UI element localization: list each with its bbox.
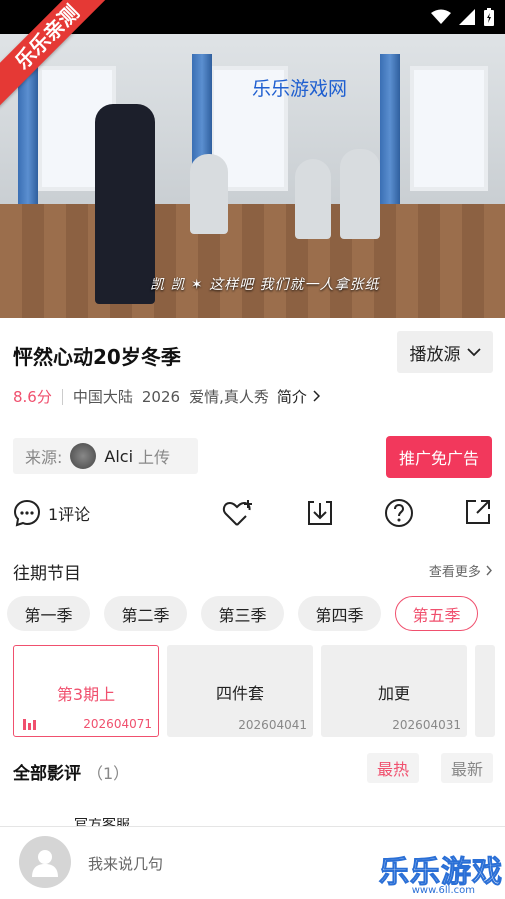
comment-count: 1评论 — [48, 505, 91, 524]
video-frame-window — [410, 66, 488, 191]
sort-new-button[interactable]: 最新 — [441, 753, 493, 783]
chevron-down-icon — [466, 348, 481, 357]
comment-input-bar: 我来说几句 乐乐游戏 www.6ll.com — [0, 826, 505, 899]
download-button[interactable] — [305, 498, 335, 528]
user-avatar[interactable] — [19, 836, 71, 888]
episode-date: 202604031 — [392, 718, 461, 732]
show-region: 中国大陆 — [72, 388, 133, 406]
season-tab[interactable]: 第四季 — [298, 596, 381, 631]
uploader-info[interactable]: 来源: Alci 上传 — [13, 438, 198, 474]
site-logo-url: www.6ll.com — [411, 885, 475, 896]
comment-icon — [13, 499, 41, 527]
video-frame-floor — [0, 204, 505, 318]
divider — [61, 388, 63, 405]
episode-date: 202604071 — [83, 717, 152, 731]
see-more-link[interactable]: 查看更多 — [429, 561, 493, 580]
heart-plus-icon — [222, 500, 252, 526]
season-tab[interactable]: 第三季 — [201, 596, 284, 631]
source-button-label: 播放源 — [409, 344, 461, 365]
title-row: 怦然心动20岁冬季 播放源 — [13, 331, 493, 375]
season-tab[interactable]: 第二季 — [104, 596, 187, 631]
video-frame-person — [295, 159, 331, 239]
show-year: 2026 — [141, 387, 181, 406]
playing-indicator-icon — [23, 719, 36, 730]
episode-name: 第3期上 — [56, 685, 116, 704]
episode-name: 四件套 — [215, 684, 264, 703]
source-button[interactable]: 播放源 — [397, 331, 493, 373]
reviews-count: （1） — [87, 764, 130, 783]
wifi-icon — [431, 9, 451, 24]
video-player[interactable]: 乐乐游戏网 凯 凯 ✶ 这样吧 我们就一人拿张纸 — [0, 34, 505, 318]
signal-icon — [459, 9, 475, 25]
help-icon — [385, 499, 413, 527]
reviews-header: 全部影评 （1） 最热 最新 — [13, 753, 493, 789]
past-episodes-title: 往期节目 — [13, 564, 81, 584]
episode-card-partial[interactable] — [475, 645, 495, 737]
promo-ad-free-button[interactable]: 推广免广告 — [386, 436, 492, 478]
video-frame-person — [340, 149, 380, 239]
show-meta: 8.6分 中国大陆 2026 爱情,真人秀 简介 — [13, 386, 320, 407]
favorite-button[interactable] — [222, 498, 254, 528]
share-icon — [466, 500, 490, 524]
video-frame-person — [190, 154, 228, 234]
uploader-avatar — [70, 443, 97, 469]
uploader-name: Alci — [104, 446, 134, 466]
sort-hot-button[interactable]: 最热 — [367, 753, 419, 783]
season-tab[interactable]: 第一季 — [7, 596, 90, 631]
video-frame-person — [95, 104, 155, 304]
help-button[interactable] — [384, 498, 414, 528]
intro-link[interactable]: 简介 — [277, 386, 320, 407]
video-subtitle: 凯 凯 ✶ 这样吧 我们就一人拿张纸 — [150, 277, 380, 293]
episode-card-active[interactable]: 第3期上 202604071 — [13, 645, 159, 737]
episode-list: 第3期上 202604071 四件套 202604041 加更 20260403… — [13, 645, 495, 737]
intro-link-label: 简介 — [276, 388, 307, 406]
episode-name: 加更 — [377, 684, 410, 703]
season-tab-active[interactable]: 第五季 — [395, 596, 478, 631]
see-more-label: 查看更多 — [428, 565, 481, 580]
past-episodes-header: 往期节目 查看更多 — [13, 559, 493, 584]
user-icon — [32, 850, 58, 877]
video-frame-curtain — [380, 54, 400, 204]
chevron-right-icon — [486, 565, 492, 576]
show-score: 8.6分 — [13, 388, 52, 406]
season-tabs: 第一季 第二季 第三季 第四季 第五季 — [7, 596, 478, 631]
uploader-label: 来源: — [25, 448, 63, 467]
action-bar: 1评论 — [0, 498, 505, 542]
episode-card[interactable]: 四件套 202604041 — [167, 645, 313, 737]
comment-input[interactable]: 我来说几句 — [88, 853, 163, 874]
video-watermark: 乐乐游戏网 — [252, 78, 348, 100]
episode-date: 202604041 — [238, 718, 307, 732]
share-button[interactable] — [464, 498, 492, 526]
show-genres: 爱情,真人秀 — [189, 388, 269, 406]
uploader-suffix: 上传 — [138, 448, 171, 467]
chevron-right-icon — [313, 390, 320, 402]
download-icon — [308, 501, 332, 525]
comment-button[interactable]: 1评论 — [12, 498, 90, 528]
reviews-title: 全部影评 — [13, 764, 81, 784]
battery-icon — [484, 8, 494, 26]
episode-card[interactable]: 加更 202604031 — [321, 645, 467, 737]
show-title: 怦然心动20岁冬季 — [13, 345, 181, 369]
status-icons — [431, 8, 495, 26]
